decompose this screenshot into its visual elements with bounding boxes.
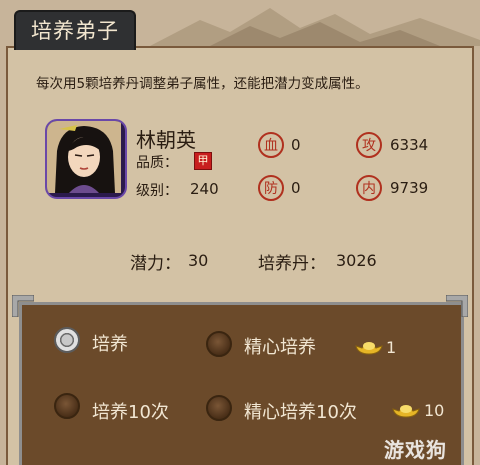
frame-corner-icon (12, 295, 34, 317)
inner-value: 9739 (390, 179, 429, 197)
attack-stamp-glyph: 攻 (362, 138, 376, 154)
pills-label: 培养丹： (258, 254, 326, 274)
option-train-label[interactable]: 培养 (92, 330, 128, 356)
description-text: 每次用5颗培养丹调整弟子属性，还能把潜力变成属性。 (36, 76, 369, 92)
frame-corner-icon (446, 295, 468, 317)
careful-train-cost: 1 (386, 338, 397, 357)
radio-careful-train[interactable] (206, 331, 232, 357)
defense-stamp-glyph: 防 (264, 181, 278, 197)
potential-value: 30 (188, 251, 209, 270)
attack-value: 6334 (390, 136, 429, 154)
defense-stamp-icon: 防 (258, 175, 284, 201)
disciple-name: 林朝英 (136, 128, 196, 152)
radio-train-10[interactable] (54, 393, 80, 419)
blood-value: 0 (291, 136, 301, 154)
blood-stamp-glyph: 血 (264, 138, 278, 154)
disciple-portrait[interactable] (45, 119, 127, 199)
level-value: 240 (190, 180, 219, 198)
quality-label: 品质： (136, 155, 178, 171)
level-label: 级别： (136, 183, 178, 199)
inner-stamp-icon: 内 (356, 175, 382, 201)
option-train-10-label[interactable]: 培养10次 (92, 398, 169, 424)
potential-label: 潜力： (130, 254, 181, 274)
site-watermark: 游戏狗 (384, 438, 447, 462)
inner-stamp-glyph: 内 (362, 181, 376, 197)
radio-train[interactable] (54, 327, 80, 353)
pills-value: 3026 (336, 251, 377, 270)
panel-title-tab: 培养弟子 (14, 10, 136, 50)
option-careful-train-10-label[interactable]: 精心培养10次 (244, 398, 357, 424)
gold-ingot-icon (392, 405, 420, 418)
blood-stamp-icon: 血 (258, 132, 284, 158)
attack-stamp-icon: 攻 (356, 132, 382, 158)
option-careful-train-label[interactable]: 精心培养 (244, 333, 316, 359)
gold-ingot-icon (355, 342, 383, 355)
quality-badge: 甲 (194, 152, 212, 170)
radio-careful-train-10[interactable] (206, 395, 232, 421)
careful-train-10-cost: 10 (424, 401, 445, 420)
defense-value: 0 (291, 179, 301, 197)
